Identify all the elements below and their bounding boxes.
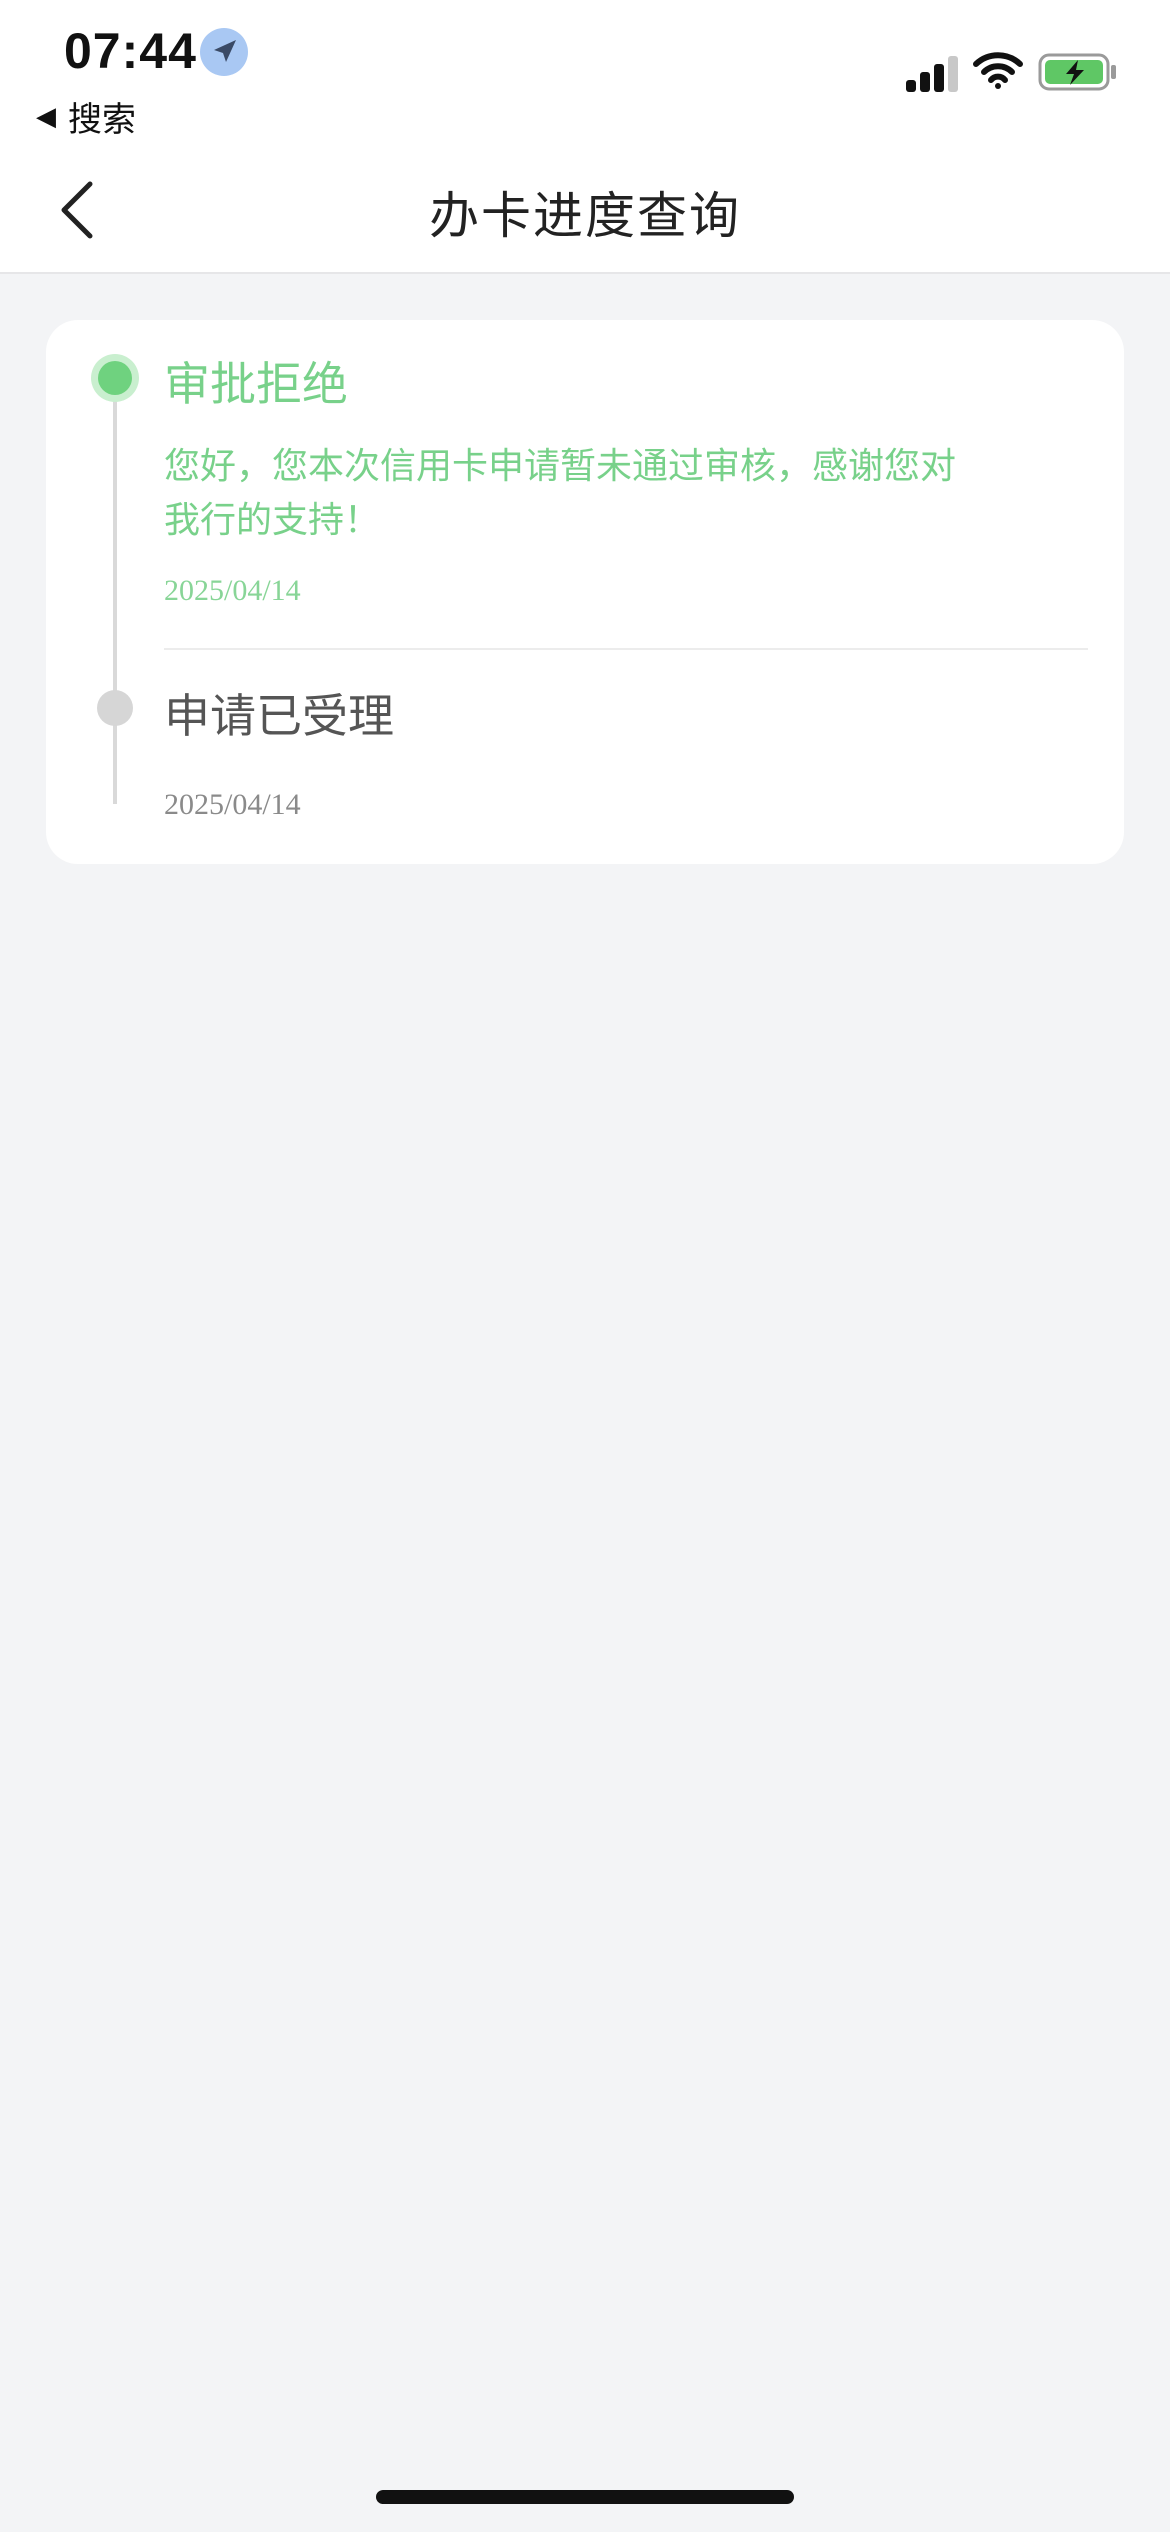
location-arrow-icon (200, 28, 248, 76)
timeline-line (113, 380, 117, 804)
step-description-rejected: 您好，您本次信用卡申请暂未通过审核，感谢您对我行的支持！ (164, 446, 957, 541)
divider (164, 648, 1088, 650)
back-triangle-icon: ◀ (36, 101, 56, 132)
timeline-dot-inactive (97, 690, 133, 726)
back-app-label: 搜索 (68, 100, 136, 140)
cellular-signal-icon (906, 56, 962, 94)
step-title-rejected: 审批拒绝 (164, 357, 348, 411)
status-bar: 07:44 ◀ 搜索 (0, 0, 1170, 150)
back-to-app-button[interactable]: ◀ 搜索 (36, 92, 136, 141)
status-time: 07:44 (64, 23, 197, 79)
home-indicator[interactable] (376, 2490, 794, 2504)
page-title: 办卡进度查询 (429, 187, 741, 245)
battery-charging-icon (1038, 52, 1118, 92)
wifi-icon (972, 50, 1024, 90)
nav-bar: 办卡进度查询 (0, 150, 1170, 274)
step-title-accepted: 申请已受理 (164, 689, 394, 743)
step-date-accepted: 2025/04/14 (164, 788, 301, 821)
timeline-dot-active (91, 354, 139, 402)
step-date-rejected: 2025/04/14 (164, 574, 301, 607)
progress-card: 审批拒绝 您好，您本次信用卡申请暂未通过审核，感谢您对我行的支持！ 2025/0… (46, 320, 1124, 864)
